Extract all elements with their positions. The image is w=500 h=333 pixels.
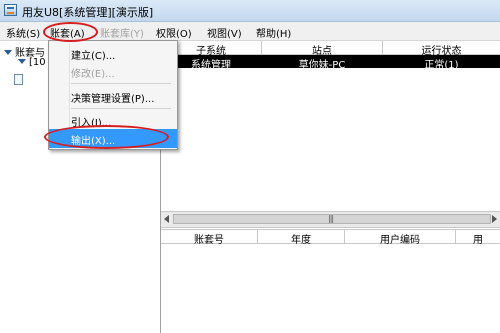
cell-site: 草你妹-PC — [298, 60, 346, 71]
horizontal-scrollbar[interactable]: ||| — [161, 211, 500, 228]
tree-child-label: [10 — [29, 57, 46, 68]
scroll-right-icon[interactable] — [492, 215, 497, 223]
menu-view[interactable]: 视图(V) — [207, 25, 242, 40]
window-title: 用友U8[系统管理][演示版] — [22, 6, 154, 19]
menu-item-label: 决策管理设置(P)... — [71, 94, 155, 105]
expand-icon[interactable] — [18, 59, 26, 64]
menu-separator — [71, 83, 171, 84]
column-header-year[interactable]: 年度 — [258, 231, 344, 246]
tree-child-node[interactable]: [10 — [18, 57, 46, 68]
menu-permission[interactable]: 权限(O) — [156, 25, 192, 40]
expand-icon[interactable] — [4, 50, 12, 55]
annotation-ellipse-menu — [43, 22, 98, 42]
menu-system[interactable]: 系统(S) — [6, 25, 40, 40]
column-header-user-code[interactable]: 用户编码 — [345, 231, 455, 246]
scroll-grip: ||| — [328, 214, 334, 223]
menu-item-decision-settings[interactable]: 决策管理设置(P)... — [49, 87, 177, 105]
column-header-user[interactable]: 用 — [456, 231, 500, 246]
menu-account-library[interactable]: 账套库(Y) — [100, 25, 144, 40]
account-grid: 账套号 年度 用户编码 用 — [161, 229, 500, 333]
menu-item-create[interactable]: 建立(C)... — [49, 44, 177, 62]
menu-separator — [71, 108, 171, 109]
cell-status: 正常(1) — [424, 60, 459, 71]
document-icon — [14, 74, 23, 85]
annotation-ellipse-export — [44, 125, 169, 149]
title-bar: 用友U8[系统管理][演示版] — [0, 0, 500, 22]
menu-item-label: 修改(E)... — [71, 69, 115, 80]
scroll-left-icon[interactable] — [164, 215, 169, 223]
app-icon — [4, 4, 17, 16]
table-row[interactable]: 系统管理 草你妹-PC 正常(1) — [161, 55, 500, 71]
grid-header: 账套号 年度 用户编码 用 — [161, 229, 500, 246]
subsystem-grid: 子系统 站点 运行状态 系统管理 草你妹-PC 正常(1) — [161, 41, 500, 211]
menu-help[interactable]: 帮助(H) — [256, 25, 291, 40]
column-header-account-no[interactable]: 账套号 — [161, 231, 257, 246]
menu-item-label: 建立(C)... — [71, 51, 116, 62]
grid-header: 子系统 站点 运行状态 — [161, 41, 500, 57]
menu-item-modify[interactable]: 修改(E)... — [49, 62, 177, 80]
scroll-thumb[interactable]: ||| — [173, 214, 491, 224]
